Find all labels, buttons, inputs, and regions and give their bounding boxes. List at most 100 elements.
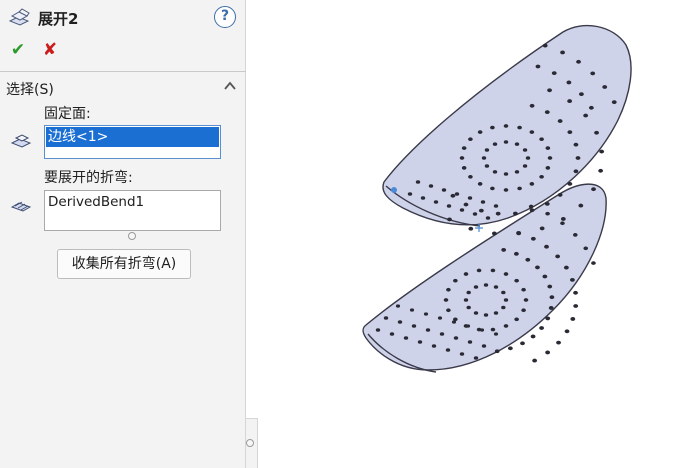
hole — [453, 336, 459, 340]
hole — [548, 306, 554, 310]
list-resize-handle[interactable] — [128, 232, 136, 240]
hole — [403, 336, 409, 340]
hole — [441, 188, 447, 192]
hole — [459, 208, 465, 212]
hole — [573, 142, 579, 147]
hole — [556, 340, 561, 345]
hole — [481, 344, 487, 348]
hole — [446, 204, 452, 208]
hole — [525, 257, 531, 262]
hole — [542, 43, 548, 48]
hole — [473, 285, 479, 289]
collect-all-bends-button[interactable]: 收集所有折弯(A) — [57, 249, 191, 279]
hole — [463, 272, 469, 276]
bends-list[interactable]: DerivedBend1 — [44, 190, 221, 231]
help-button[interactable]: ? — [214, 6, 236, 28]
hole — [599, 149, 605, 154]
hole — [579, 92, 584, 97]
hole — [530, 334, 536, 339]
hole — [591, 187, 596, 192]
hole — [459, 156, 465, 160]
fixed-face-selected-item[interactable]: 边线<1> — [46, 127, 219, 147]
hole — [446, 308, 451, 313]
panel-header: 展开2 ? — [8, 6, 238, 30]
hole — [397, 320, 403, 324]
hole — [514, 142, 520, 146]
hole — [529, 182, 535, 186]
hole — [514, 170, 520, 174]
hole — [573, 169, 579, 174]
hole — [594, 130, 599, 135]
hole — [560, 50, 565, 55]
hole — [472, 212, 478, 216]
hole — [557, 193, 563, 197]
hole — [477, 130, 483, 134]
hole — [453, 278, 458, 283]
hole — [551, 71, 557, 76]
hole — [520, 341, 525, 346]
hole — [463, 202, 469, 207]
hole — [425, 328, 431, 332]
hole — [560, 221, 565, 226]
hole — [570, 317, 576, 321]
hole — [529, 103, 535, 108]
chevron-up-icon[interactable] — [222, 79, 238, 93]
selected-edge-marker[interactable] — [391, 187, 397, 193]
ok-button[interactable]: ✔ — [8, 40, 28, 60]
hole — [466, 305, 471, 310]
bends-label: 要展开的折弯: — [44, 170, 133, 186]
hole — [588, 105, 594, 110]
hole — [467, 196, 473, 200]
hole — [563, 265, 569, 270]
fixed-face-field[interactable]: 边线<1> — [44, 125, 221, 159]
hole — [446, 287, 451, 292]
hole — [544, 244, 549, 249]
hole — [484, 148, 490, 152]
hole — [491, 231, 497, 236]
hole — [501, 247, 507, 252]
hole — [545, 146, 551, 150]
cancel-button[interactable]: ✘ — [40, 40, 60, 60]
hole — [467, 340, 473, 344]
hole — [567, 130, 573, 135]
hole — [495, 211, 501, 216]
hole — [590, 71, 596, 76]
hole — [501, 290, 506, 295]
hole — [545, 350, 551, 355]
hole — [539, 137, 544, 142]
hole — [493, 332, 499, 336]
hole — [566, 80, 572, 85]
hole — [461, 166, 467, 170]
hole — [409, 308, 415, 312]
hole — [478, 208, 484, 213]
section-title: 选择(S) — [6, 82, 54, 98]
hole — [545, 211, 550, 216]
hole — [503, 124, 509, 128]
hole — [512, 211, 518, 216]
hole — [473, 356, 479, 360]
hole — [417, 340, 423, 344]
hole — [530, 236, 536, 241]
hole — [522, 164, 528, 168]
hole — [468, 226, 474, 231]
hole — [529, 208, 535, 213]
hole — [503, 324, 509, 328]
splitter-handle[interactable] — [246, 439, 254, 447]
hole — [517, 186, 522, 191]
model-canvas[interactable] — [258, 0, 700, 468]
hole — [547, 284, 553, 289]
unfold-feature-icon — [8, 8, 30, 26]
hole — [431, 344, 437, 348]
list-item[interactable]: DerivedBend1 — [48, 194, 144, 210]
selections-section-header[interactable]: 选择(S) — [0, 77, 246, 99]
hole — [549, 295, 555, 300]
hole — [461, 146, 467, 150]
hole — [576, 59, 581, 64]
hole — [447, 217, 452, 222]
hole — [483, 313, 489, 317]
hole — [578, 203, 584, 208]
hole — [572, 233, 578, 237]
hole — [539, 226, 545, 231]
graphics-viewport[interactable] — [258, 0, 700, 468]
hole — [539, 326, 544, 330]
